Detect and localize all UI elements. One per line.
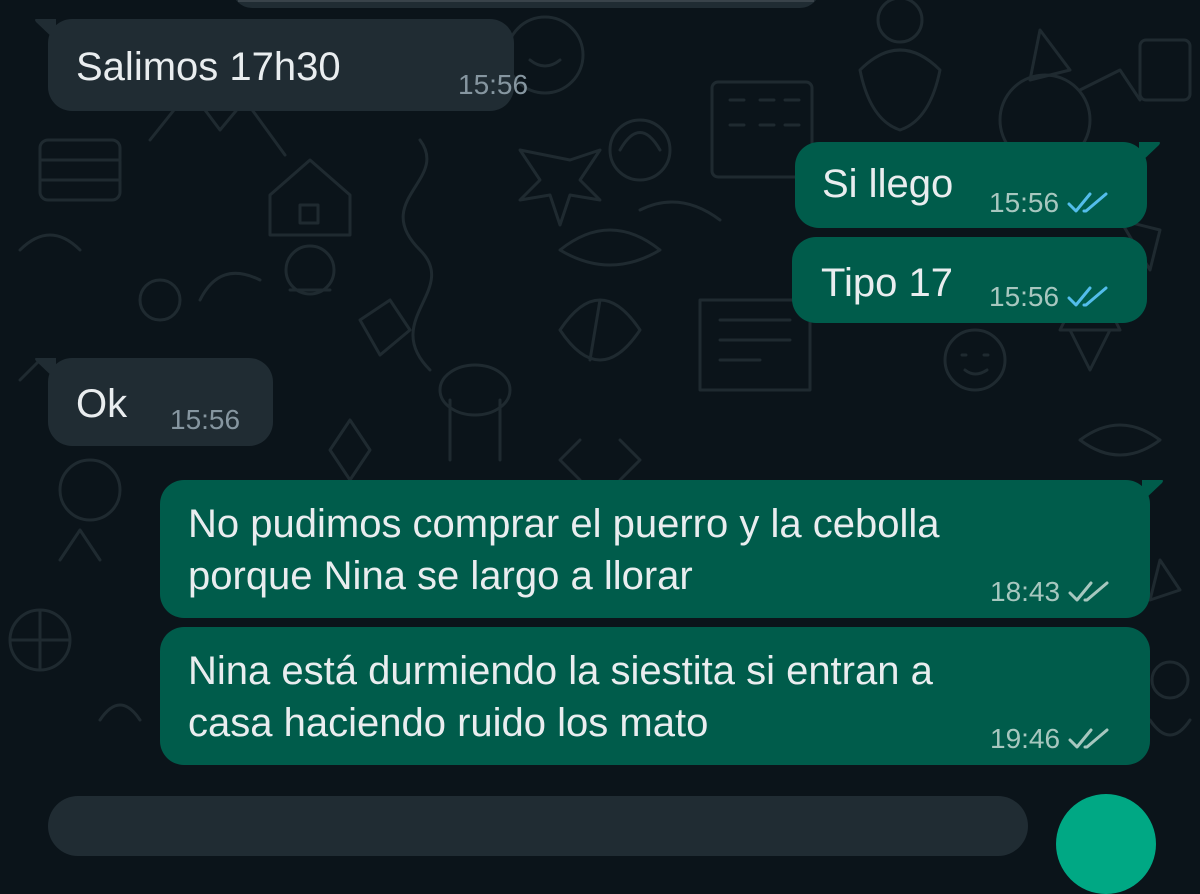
message-text: Tipo 17 xyxy=(821,261,953,305)
double-check-read-icon xyxy=(1067,192,1108,213)
incoming-message-bubble[interactable]: Salimos 17h30 15:56 xyxy=(35,19,528,111)
outgoing-message-bubble[interactable]: No pudimos comprar el puerro y la ceboll… xyxy=(160,480,1163,618)
double-check-delivered-icon xyxy=(1068,581,1109,602)
message-input-bar[interactable] xyxy=(48,796,1028,856)
message-meta: 18:43 xyxy=(990,576,1114,608)
message-timestamp-container: 15:56 xyxy=(170,404,240,436)
message-timestamp: 15:56 xyxy=(989,281,1060,312)
previous-message-bubble[interactable] xyxy=(232,0,820,8)
bubble-tail xyxy=(1142,480,1163,502)
send-voice-button[interactable] xyxy=(1056,794,1156,894)
outgoing-message-bubble[interactable]: Tipo 17 15:56 xyxy=(792,237,1147,323)
incoming-message-bubble[interactable]: Ok 15:56 xyxy=(35,358,273,446)
message-text: Si llego xyxy=(822,162,954,206)
message-text: No pudimos comprar el puerro y la ceboll… xyxy=(188,502,940,598)
double-check-read-icon xyxy=(1067,286,1108,307)
message-timestamp: 15:56 xyxy=(989,187,1060,218)
previous-message-media xyxy=(238,0,814,2)
message-meta: 19:46 xyxy=(990,723,1114,755)
message-timestamp: 15:56 xyxy=(170,404,241,435)
message-timestamp-container: 15:56 xyxy=(458,69,528,101)
message-timestamp: 19:46 xyxy=(990,723,1061,754)
double-check-delivered-icon xyxy=(1068,728,1109,749)
outgoing-message-bubble[interactable]: Si llego 15:56 xyxy=(795,142,1160,228)
message-text: Salimos 17h30 xyxy=(76,45,341,89)
message-meta: 15:56 xyxy=(989,281,1113,313)
bubble-tail xyxy=(1139,142,1160,164)
message-text: Ok xyxy=(76,382,128,426)
bubble-tail xyxy=(35,19,56,41)
message-timestamp: 15:56 xyxy=(458,69,529,100)
message-timestamp: 18:43 xyxy=(990,576,1061,607)
bubble-tail xyxy=(35,358,56,380)
message-meta: 15:56 xyxy=(989,187,1113,219)
outgoing-message-bubble[interactable]: Nina está durmiendo la siestita si entra… xyxy=(160,627,1150,765)
message-text: Nina está durmiendo la siestita si entra… xyxy=(188,649,933,745)
